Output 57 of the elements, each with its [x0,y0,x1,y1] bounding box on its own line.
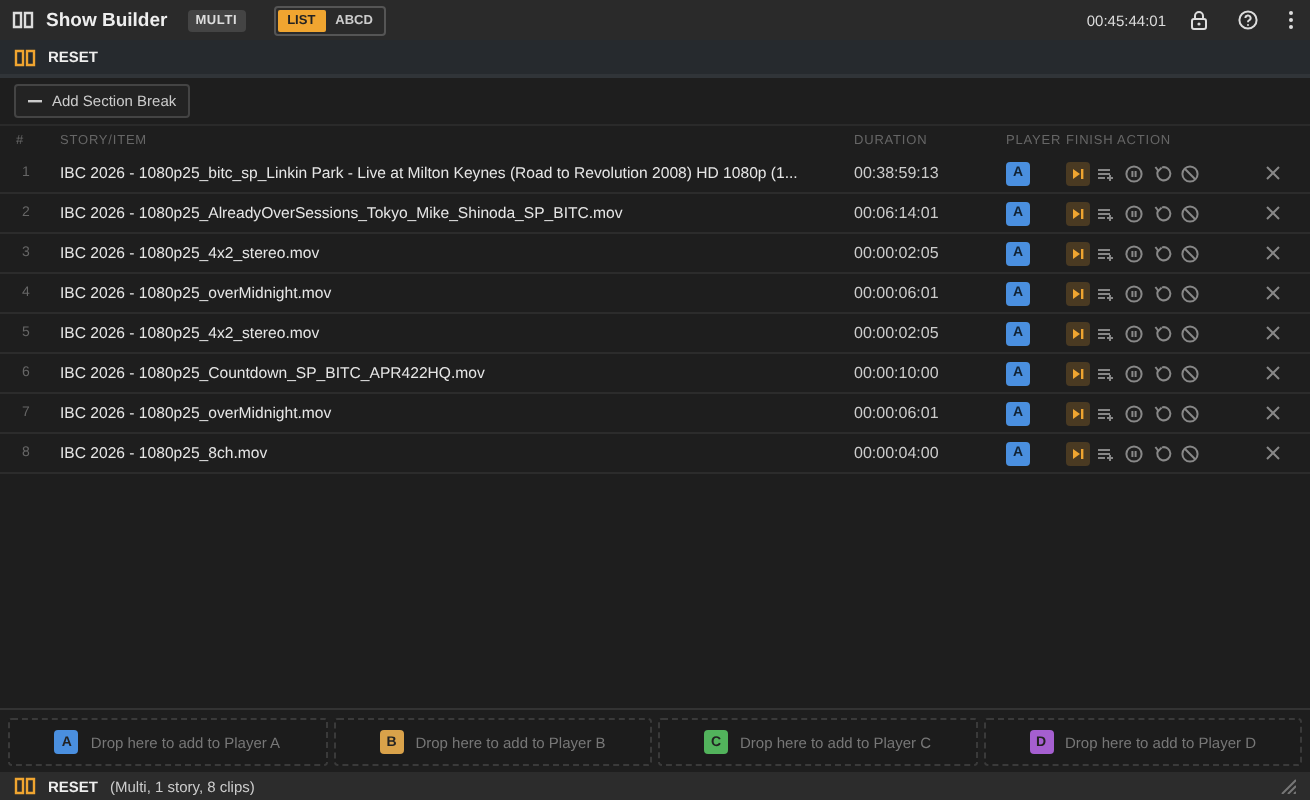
pause-circle-icon[interactable] [1122,281,1146,305]
pause-circle-icon[interactable] [1122,401,1146,425]
book-icon [14,776,36,796]
ban-icon[interactable] [1178,321,1202,345]
remove-icon[interactable] [1266,366,1280,380]
pause-circle-icon[interactable] [1122,241,1146,265]
skip-next-icon[interactable] [1066,201,1090,225]
pause-circle-icon[interactable] [1122,321,1146,345]
remove-icon[interactable] [1266,406,1280,420]
skip-next-icon[interactable] [1066,361,1090,385]
duration: 00:00:06:01 [854,284,941,302]
loop-icon[interactable] [1150,361,1174,385]
more-menu-icon[interactable] [1288,10,1294,30]
remove-icon[interactable] [1266,326,1280,340]
skip-next-icon[interactable] [1066,241,1090,265]
skip-next-icon[interactable] [1066,321,1090,345]
remove-icon[interactable] [1266,286,1280,300]
loop-icon[interactable] [1150,321,1174,345]
ban-icon[interactable] [1178,201,1202,225]
skip-next-icon[interactable] [1066,441,1090,465]
book-icon [14,47,36,67]
pause-circle-icon[interactable] [1122,361,1146,385]
duration: 00:38:59:13 [854,164,941,182]
remove-icon[interactable] [1266,246,1280,260]
skip-next-icon[interactable] [1066,161,1090,185]
remove-icon[interactable] [1266,166,1280,180]
loop-icon[interactable] [1150,161,1174,185]
duration: 00:00:06:01 [854,404,941,422]
duration: 00:06:14:01 [854,204,941,222]
pause-circle-icon[interactable] [1122,161,1146,185]
ban-icon[interactable] [1178,241,1202,265]
book-icon [12,10,34,30]
app-title: Show Builder [46,9,168,31]
ban-icon[interactable] [1178,401,1202,425]
skip-next-icon[interactable] [1066,401,1090,425]
ban-icon[interactable] [1178,361,1202,385]
help-icon[interactable] [1238,10,1258,30]
skip-next-icon[interactable] [1066,281,1090,305]
resize-grip-icon[interactable] [1280,778,1296,794]
ban-icon[interactable] [1178,161,1202,185]
duration: 00:00:04:00 [854,444,941,462]
pause-circle-icon[interactable] [1122,201,1146,225]
ban-icon[interactable] [1178,441,1202,465]
loop-icon[interactable] [1150,401,1174,425]
duration: 00:00:02:05 [854,244,941,262]
loop-icon[interactable] [1150,241,1174,265]
ban-icon[interactable] [1178,281,1202,305]
loop-icon[interactable] [1150,201,1174,225]
duration: 00:00:10:00 [854,364,941,382]
remove-icon[interactable] [1266,446,1280,460]
lock-icon[interactable] [1190,10,1208,30]
pause-circle-icon[interactable] [1122,441,1146,465]
remove-icon[interactable] [1266,206,1280,220]
loop-icon[interactable] [1150,281,1174,305]
loop-icon[interactable] [1150,441,1174,465]
duration: 00:00:02:05 [854,324,941,342]
minus-icon [28,99,42,103]
